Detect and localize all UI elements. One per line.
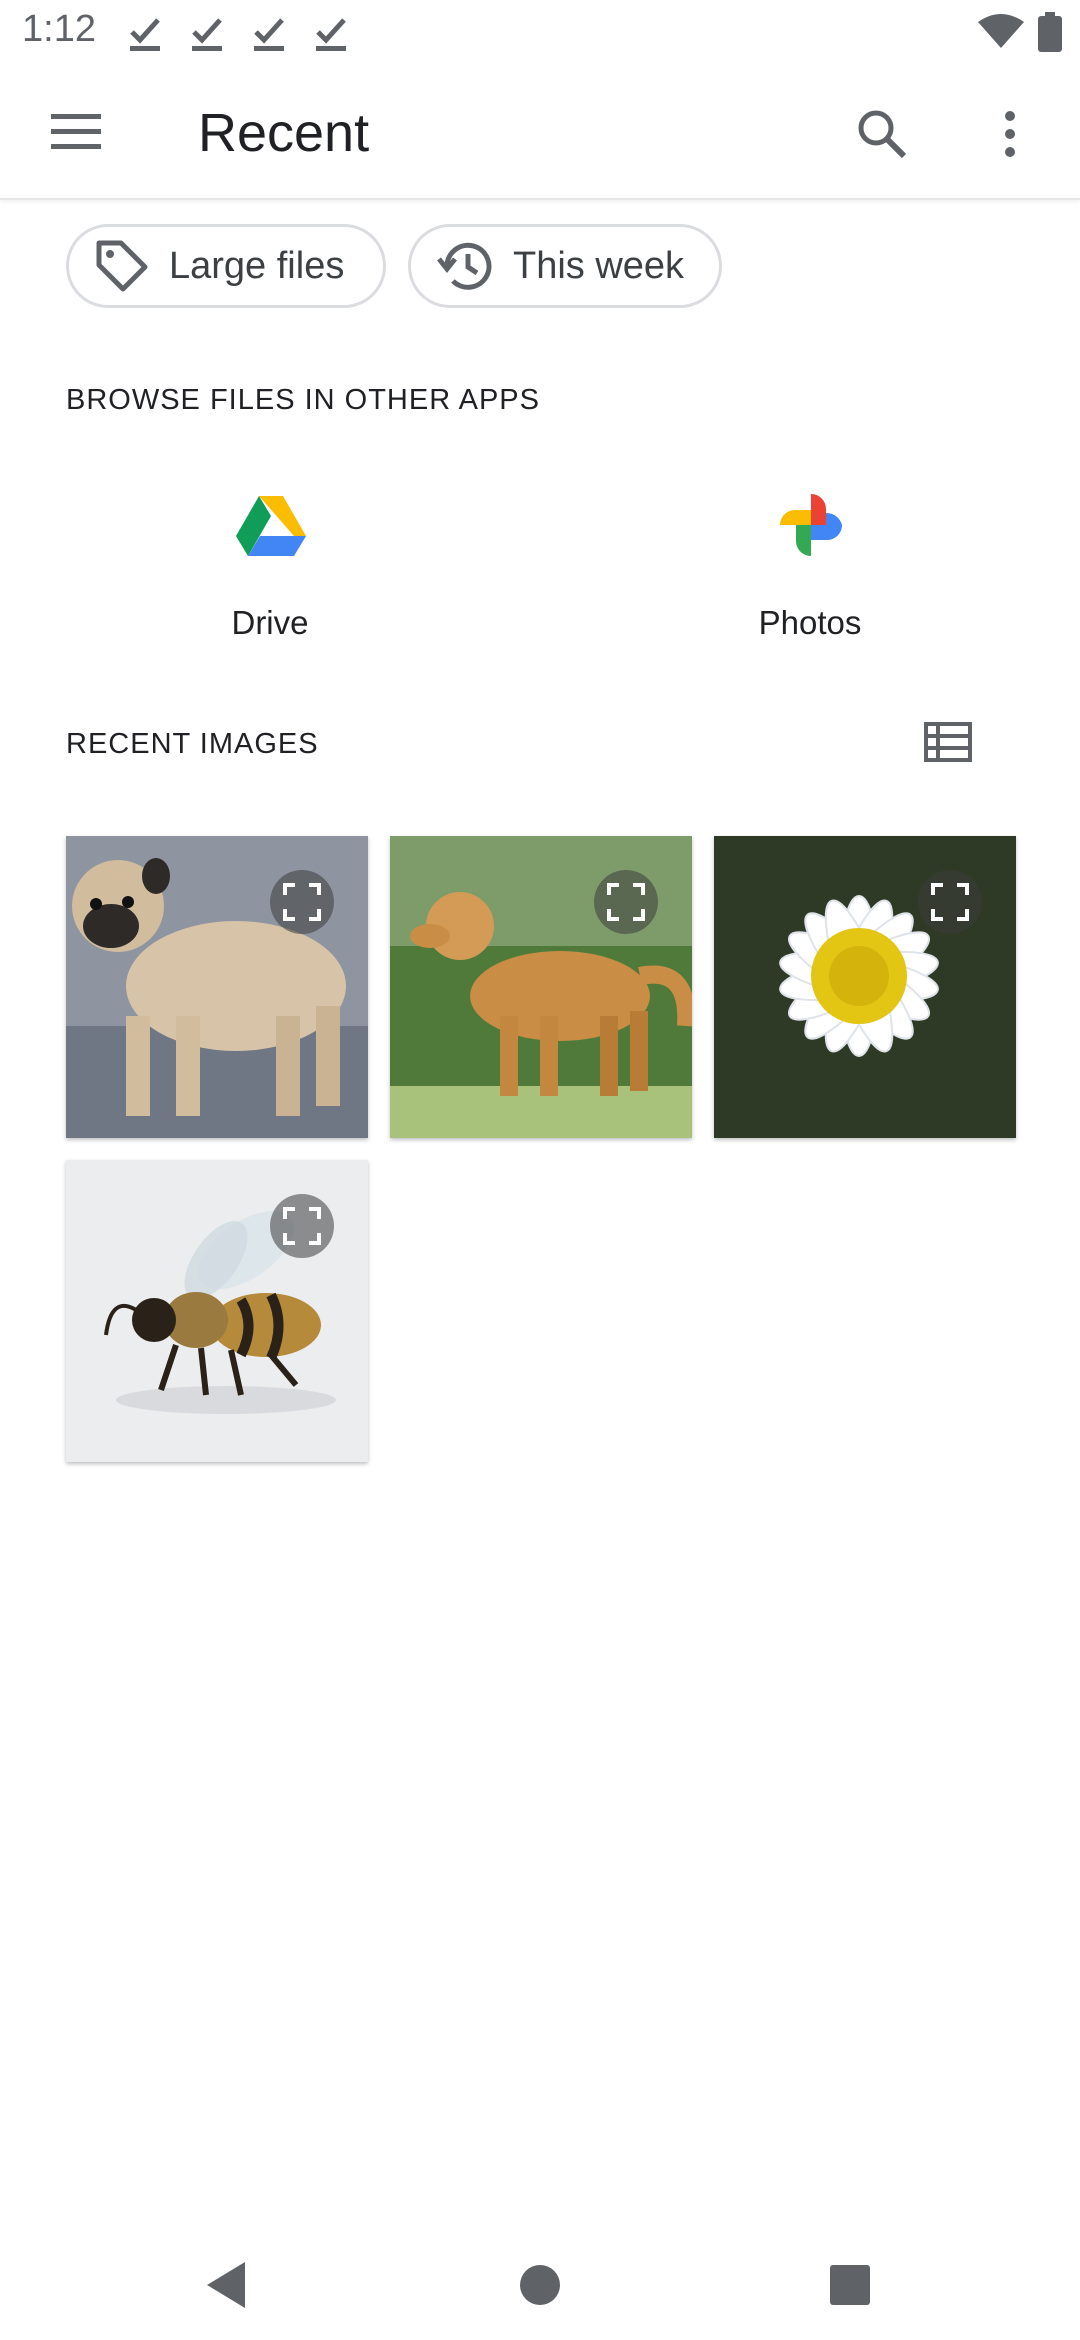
back-icon xyxy=(207,2262,245,2308)
more-vert-icon xyxy=(1005,111,1015,157)
google-drive-icon xyxy=(236,496,306,556)
back-button[interactable] xyxy=(176,2240,276,2330)
app-bar: Recent xyxy=(0,66,1080,200)
search-button[interactable] xyxy=(846,98,918,170)
more-options-button[interactable] xyxy=(974,98,1046,170)
download-done-icon xyxy=(254,18,284,51)
image-thumbnail-daisy[interactable] xyxy=(714,836,1016,1138)
list-view-icon xyxy=(924,722,972,762)
this-week-chip-label: This week xyxy=(513,244,685,287)
recents-icon xyxy=(830,2265,870,2305)
status-time: 1:12 xyxy=(22,8,96,50)
drive-label: Drive xyxy=(231,604,309,641)
large-files-chip-label: Large files xyxy=(169,244,345,287)
image-thumbnail-golden-retriever[interactable] xyxy=(390,836,692,1138)
expand-preview-button[interactable] xyxy=(918,870,982,934)
system-navigation-bar xyxy=(0,2220,1080,2340)
download-done-icon xyxy=(316,18,346,51)
photos-label: Photos xyxy=(758,604,862,641)
large-files-chip[interactable]: Large files xyxy=(66,224,386,308)
home-icon xyxy=(520,2265,560,2305)
google-photos-icon xyxy=(780,494,842,556)
drive-app-tile[interactable]: Drive xyxy=(150,470,390,650)
image-thumbnail-bee[interactable] xyxy=(66,1160,368,1462)
menu-button[interactable] xyxy=(40,100,112,164)
recents-button[interactable] xyxy=(800,2240,900,2330)
list-view-toggle-button[interactable] xyxy=(916,710,980,774)
download-done-icon xyxy=(192,18,222,51)
browse-section-title: BROWSE FILES IN OTHER APPS xyxy=(66,384,540,416)
expand-preview-button[interactable] xyxy=(594,870,658,934)
battery-icon xyxy=(1038,12,1062,52)
status-bar: 1:12 xyxy=(0,0,1080,66)
fullscreen-icon xyxy=(931,883,969,921)
page-title: Recent xyxy=(198,103,370,163)
image-thumbnail-pug[interactable] xyxy=(66,836,368,1138)
tag-icon xyxy=(96,240,148,292)
home-button[interactable] xyxy=(490,2240,590,2330)
fullscreen-icon xyxy=(283,1207,321,1245)
wifi-icon xyxy=(978,14,1024,48)
this-week-chip[interactable]: This week xyxy=(408,224,722,308)
search-icon xyxy=(858,110,907,159)
expand-preview-button[interactable] xyxy=(270,1194,334,1258)
download-done-icon xyxy=(130,18,160,51)
history-icon xyxy=(437,242,492,290)
recent-images-title: RECENT IMAGES xyxy=(66,728,319,760)
menu-icon xyxy=(51,114,101,149)
expand-preview-button[interactable] xyxy=(270,870,334,934)
fullscreen-icon xyxy=(283,883,321,921)
photos-app-tile[interactable]: Photos xyxy=(690,470,930,650)
fullscreen-icon xyxy=(607,883,645,921)
